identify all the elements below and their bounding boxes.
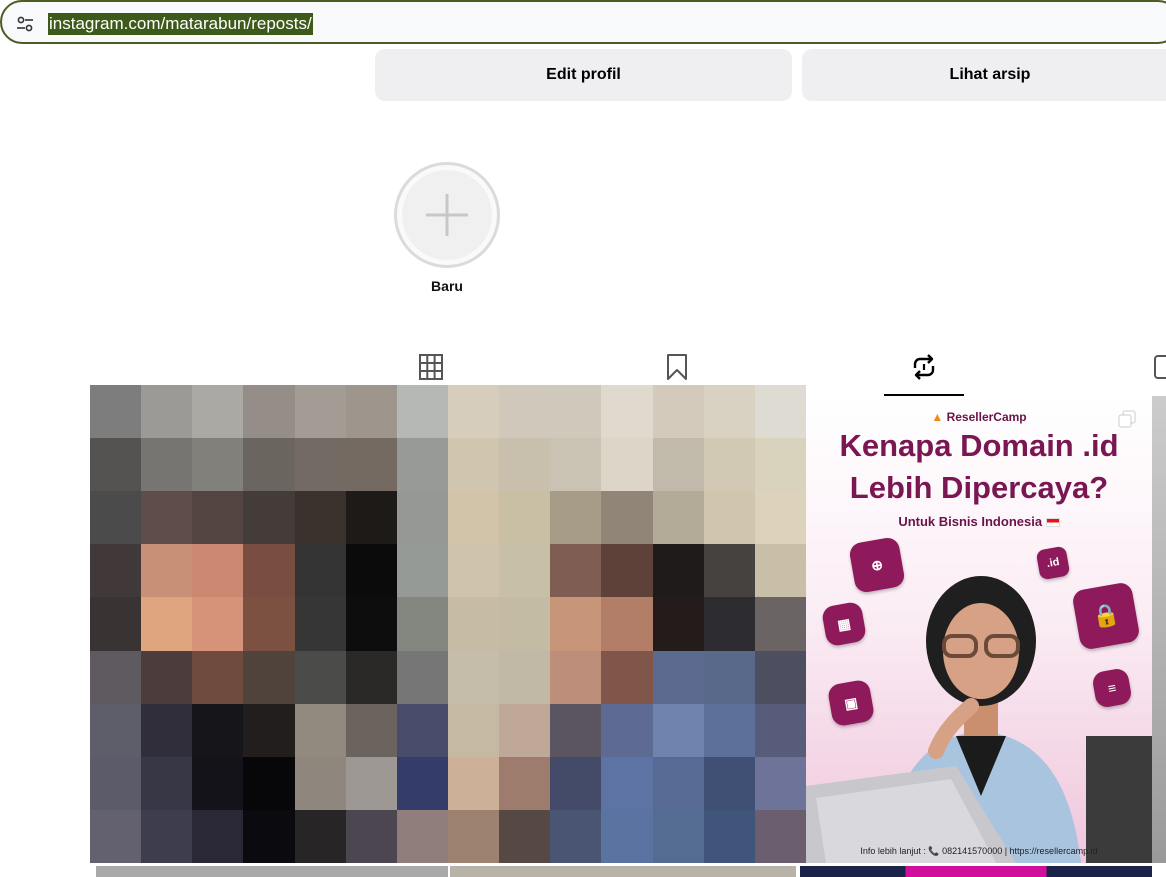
next-post-thumbnail-partial[interactable] xyxy=(1152,396,1166,863)
repost-thumbnail[interactable]: ▲ ResellerCamp Kenapa Domain .id Lebih D… xyxy=(806,396,1152,863)
next-row-thumbnail-2[interactable] xyxy=(450,866,796,877)
new-highlight-button[interactable] xyxy=(394,162,500,268)
view-archive-button[interactable]: Lihat arsip xyxy=(802,49,1166,101)
new-highlight-label: Baru xyxy=(431,278,463,294)
domain-badge: .id xyxy=(1035,545,1071,581)
next-row-thumbnail-1[interactable] xyxy=(96,866,448,877)
plus-icon xyxy=(426,194,468,236)
calendar-badge: ▦ xyxy=(820,600,868,648)
address-bar[interactable]: instagram.com/matarabun/reposts/ xyxy=(0,0,1166,44)
www-badge: ⊕ xyxy=(848,536,906,594)
pixelated-post-thumbnail[interactable] xyxy=(90,385,806,863)
post-subheadline: Untuk Bisnis Indonesia xyxy=(806,514,1152,529)
post-brand: ▲ ResellerCamp xyxy=(931,410,1027,424)
next-row-thumbnail-3[interactable] xyxy=(800,866,1152,877)
post-footer: Info lebih lanjut : 📞 082141570000 | htt… xyxy=(860,846,1098,856)
lock-badge: 🔒 xyxy=(1071,581,1141,651)
multiple-posts-icon xyxy=(1118,410,1136,428)
briefcase-badge: ▣ xyxy=(826,678,876,728)
post-headline-line1: Kenapa Domain .id xyxy=(839,428,1119,463)
tagged-icon[interactable] xyxy=(1152,352,1166,382)
tune-icon[interactable] xyxy=(15,14,35,34)
post-headline-line2: Lebih Dipercaya? xyxy=(849,470,1109,505)
url-text[interactable]: instagram.com/matarabun/reposts/ xyxy=(48,13,313,35)
repost-icon[interactable] xyxy=(910,352,938,382)
bookmark-icon[interactable] xyxy=(663,352,691,382)
edit-profile-button[interactable]: Edit profil xyxy=(375,49,792,101)
grid-icon[interactable] xyxy=(417,352,445,382)
